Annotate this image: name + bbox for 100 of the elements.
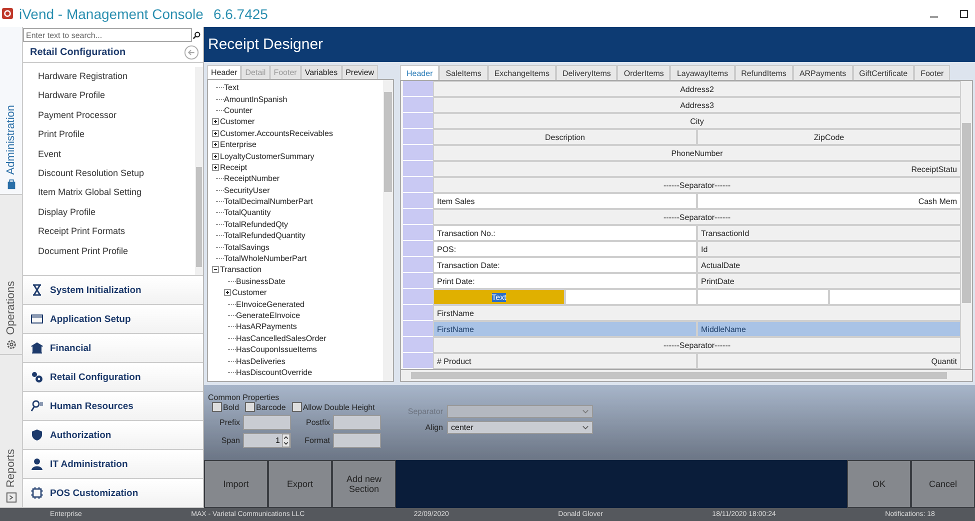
menu-item[interactable]: Discount Resolution Setup bbox=[38, 164, 195, 184]
format-field[interactable] bbox=[333, 433, 381, 448]
tree-item[interactable]: HasCouponIssueItems bbox=[236, 345, 317, 354]
row-header[interactable] bbox=[403, 305, 433, 321]
row-header[interactable] bbox=[403, 257, 433, 273]
menu-item[interactable]: Item Matrix Global Setting bbox=[38, 183, 195, 203]
tab[interactable]: GiftCertificate bbox=[852, 65, 914, 80]
row-header[interactable] bbox=[403, 273, 433, 289]
grid-cell[interactable]: ZipCode bbox=[697, 129, 961, 145]
separator-dropdown[interactable] bbox=[447, 405, 593, 418]
row-header[interactable] bbox=[403, 97, 433, 113]
search-icon[interactable] bbox=[192, 30, 201, 40]
checkbox[interactable]: Barcode bbox=[245, 402, 286, 412]
row-header[interactable] bbox=[403, 193, 433, 209]
row-header[interactable] bbox=[403, 161, 433, 177]
maximize-icon[interactable] bbox=[959, 8, 969, 18]
back-icon[interactable] bbox=[184, 45, 199, 60]
tab[interactable]: DeliveryItems bbox=[556, 65, 618, 80]
postfix-field[interactable] bbox=[333, 415, 381, 430]
menu-item[interactable]: Event bbox=[38, 144, 195, 164]
prefix-field[interactable] bbox=[243, 415, 291, 430]
grid-cell[interactable]: MiddleName bbox=[697, 321, 961, 337]
tree-item[interactable]: Customer bbox=[220, 117, 255, 126]
grid-cell[interactable]: Transaction Date: bbox=[433, 257, 697, 273]
tree-item[interactable]: TotalSavings bbox=[224, 242, 270, 252]
grid-cell[interactable]: Quantit bbox=[697, 353, 961, 369]
checkbox-box[interactable] bbox=[212, 402, 222, 412]
row-header[interactable] bbox=[403, 81, 433, 97]
tree-item[interactable]: Enterprise bbox=[220, 140, 256, 150]
tree-item[interactable]: HasARPayments bbox=[236, 322, 297, 332]
grid-cell[interactable]: ------Separator------ bbox=[433, 209, 961, 225]
scrollbar[interactable] bbox=[961, 81, 972, 369]
grid-cell[interactable]: Print Date: bbox=[433, 273, 697, 289]
grid-cell[interactable]: PhoneNumber bbox=[433, 145, 961, 161]
grid-cell[interactable]: Cash Mem bbox=[697, 193, 961, 209]
tab[interactable]: ARPayments bbox=[792, 65, 853, 80]
tree-item[interactable]: Counter bbox=[224, 106, 252, 115]
row-header[interactable] bbox=[403, 129, 433, 145]
tree-item[interactable]: Customer.AccountsReceivables bbox=[220, 128, 333, 138]
checkbox[interactable]: Allow Double Height bbox=[292, 402, 375, 412]
row-header[interactable] bbox=[403, 321, 433, 337]
row-header[interactable] bbox=[403, 209, 433, 225]
tree-item[interactable]: Transaction bbox=[220, 265, 262, 274]
grid-cell[interactable]: ActualDate bbox=[697, 257, 961, 273]
checkbox[interactable]: Bold bbox=[212, 402, 240, 412]
menu-item[interactable]: Display Profile bbox=[38, 202, 195, 222]
row-header[interactable] bbox=[403, 113, 433, 129]
row-header[interactable] bbox=[403, 177, 433, 193]
side-tab[interactable]: Operations bbox=[0, 195, 22, 355]
tree-item[interactable]: AmountInSpanish bbox=[224, 94, 288, 104]
dialog-button[interactable]: OK bbox=[847, 460, 911, 508]
tab[interactable]: OrderItems bbox=[617, 65, 670, 80]
grid-cell[interactable]: City bbox=[433, 113, 961, 129]
tab[interactable]: SaleItems bbox=[439, 65, 488, 80]
scrollbar[interactable] bbox=[195, 67, 203, 275]
action-button[interactable]: Export bbox=[268, 460, 332, 508]
tree-item[interactable]: TotalRefundedQuantity bbox=[224, 231, 306, 240]
tree-item[interactable]: LoyaltyCustomerSummary bbox=[220, 152, 314, 161]
tree-item[interactable]: Receipt bbox=[220, 162, 248, 172]
grid-cell[interactable]: Address2 bbox=[433, 81, 961, 97]
tree-item[interactable]: Customer bbox=[232, 288, 267, 298]
grid-cell[interactable]: TransactionId bbox=[697, 225, 961, 241]
tab[interactable]: Footer bbox=[914, 65, 950, 80]
side-tab[interactable]: Administration bbox=[0, 27, 22, 195]
grid-cell[interactable]: Description bbox=[433, 129, 697, 145]
expander-icon[interactable] bbox=[212, 164, 219, 171]
tree-item[interactable]: ReceiptNumber bbox=[224, 174, 280, 184]
grid-cell[interactable]: # Product bbox=[433, 353, 697, 369]
tab[interactable]: RefundItems bbox=[734, 65, 793, 80]
tab[interactable]: Preview bbox=[342, 65, 378, 79]
checkbox-box[interactable] bbox=[292, 402, 302, 412]
menu-item[interactable]: Document Print Profile bbox=[38, 242, 195, 261]
expander-icon[interactable] bbox=[224, 289, 231, 296]
scrollbar[interactable] bbox=[400, 369, 973, 382]
scrollbar[interactable] bbox=[383, 80, 393, 381]
menu-item[interactable]: Receipt Print Formats bbox=[38, 222, 195, 242]
row-header[interactable] bbox=[403, 289, 433, 305]
menu-item[interactable]: Hardware Profile bbox=[38, 86, 195, 106]
tree-item[interactable]: TotalQuantity bbox=[224, 208, 271, 218]
align-dropdown[interactable]: center bbox=[447, 421, 593, 434]
grid-cell[interactable]: ------Separator------ bbox=[433, 177, 961, 193]
tree-item[interactable]: BusinessDate bbox=[236, 276, 286, 286]
tab[interactable]: ExchangeItems bbox=[488, 65, 556, 80]
expander-icon[interactable] bbox=[212, 152, 219, 160]
grid-cell[interactable] bbox=[565, 289, 697, 305]
action-button[interactable]: Add new Section bbox=[332, 460, 396, 508]
expander-icon[interactable] bbox=[212, 118, 219, 126]
row-header[interactable] bbox=[403, 241, 433, 257]
tree-item[interactable]: TotalDecimalNumberPart bbox=[224, 197, 313, 206]
menu-item[interactable]: Payment Processor bbox=[38, 106, 195, 126]
search-field[interactable]: Enter text to search... bbox=[23, 28, 192, 42]
expander-icon[interactable] bbox=[212, 266, 219, 274]
menu-item[interactable]: Hardware Registration bbox=[38, 67, 195, 86]
tab[interactable]: Header bbox=[400, 65, 440, 80]
dialog-button[interactable]: Cancel bbox=[911, 460, 975, 508]
tab[interactable]: LayawayItems bbox=[670, 65, 735, 80]
grid-cell[interactable]: ReceiptStatu bbox=[433, 161, 961, 177]
row-header[interactable] bbox=[403, 353, 433, 369]
grid-cell[interactable] bbox=[829, 289, 961, 305]
grid-cell[interactable] bbox=[697, 289, 829, 305]
